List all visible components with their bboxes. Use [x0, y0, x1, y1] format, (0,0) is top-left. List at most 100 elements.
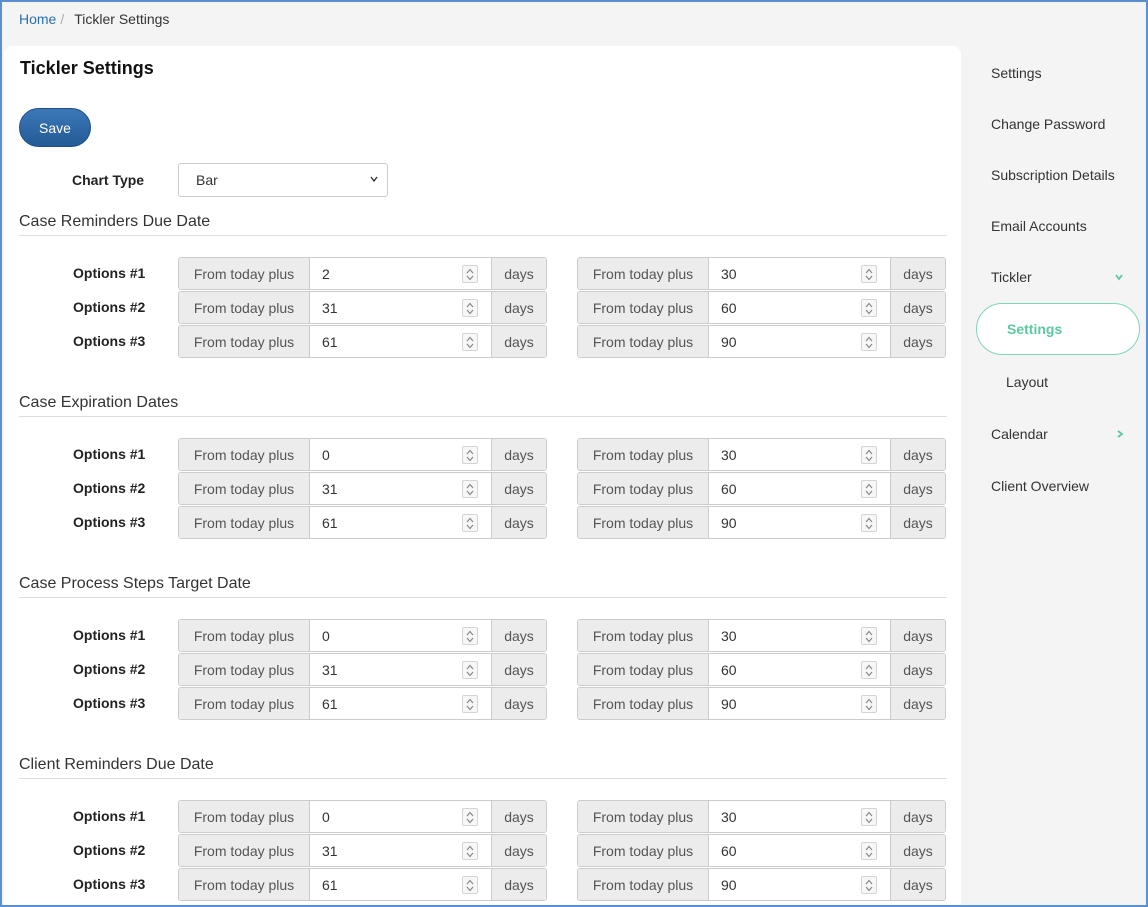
sidebar-item-calendar[interactable]: Calendar — [991, 426, 1048, 442]
to-days-input[interactable]: 90 — [709, 688, 890, 719]
sidebar-item-tickler-settings[interactable]: Settings — [976, 303, 1140, 355]
number-spinner[interactable] — [462, 627, 478, 645]
number-spinner[interactable] — [861, 627, 877, 645]
spin-up-icon — [865, 698, 873, 704]
number-spinner[interactable] — [861, 265, 877, 283]
sidebar-item-subscription-details[interactable]: Subscription Details — [991, 167, 1115, 183]
input-value: 60 — [721, 661, 737, 678]
from-days-input[interactable]: 31 — [310, 835, 491, 866]
sidebar-item-change-password[interactable]: Change Password — [991, 116, 1105, 132]
to-days-input[interactable]: 90 — [709, 507, 890, 538]
to-days-input[interactable]: 60 — [709, 835, 890, 866]
option-row: Options #1 From today plus 0 days From today… — [19, 438, 947, 471]
number-spinner[interactable] — [462, 333, 478, 351]
number-spinner[interactable] — [861, 333, 877, 351]
sidebar-item-client-overview[interactable]: Client Overview — [991, 478, 1089, 494]
days-label: days — [890, 326, 945, 357]
section-title: Case Process Steps Target Date — [19, 575, 947, 598]
option-label: Options #2 — [73, 661, 146, 677]
number-spinner[interactable] — [462, 299, 478, 317]
from-days-input[interactable]: 0 — [310, 620, 491, 651]
chart-type-label: Chart Type — [72, 172, 145, 188]
to-days-input[interactable]: 90 — [709, 326, 890, 357]
chart-type-select[interactable]: Bar — [178, 163, 388, 197]
from-days-input[interactable]: 61 — [310, 507, 491, 538]
number-spinner[interactable] — [462, 514, 478, 532]
from-days-input[interactable]: 61 — [310, 869, 491, 900]
number-spinner[interactable] — [861, 480, 877, 498]
to-days-input[interactable]: 30 — [709, 801, 890, 832]
from-today-plus-label: From today plus — [578, 835, 709, 866]
option-row: Options #3 From today plus 61 days From toda… — [19, 868, 947, 901]
from-today-plus-label: From today plus — [578, 473, 709, 504]
number-spinner[interactable] — [462, 808, 478, 826]
spin-up-icon — [865, 302, 873, 308]
to-days-input[interactable]: 30 — [709, 620, 890, 651]
to-days-input[interactable]: 60 — [709, 654, 890, 685]
to-days-input-group: From today plus 90 days — [577, 506, 946, 539]
to-days-input-group: From today plus 90 days — [577, 325, 946, 358]
number-spinner[interactable] — [462, 265, 478, 283]
number-spinner[interactable] — [861, 299, 877, 317]
from-days-input[interactable]: 31 — [310, 473, 491, 504]
input-value: 31 — [322, 661, 338, 678]
from-days-input[interactable]: 61 — [310, 688, 491, 719]
number-spinner[interactable] — [861, 842, 877, 860]
number-spinner[interactable] — [861, 876, 877, 894]
sidebar: Settings Change Password Subscription De… — [961, 46, 1146, 907]
spin-down-icon — [865, 343, 873, 349]
breadcrumb-home-link[interactable]: Home — [19, 11, 56, 27]
spin-down-icon — [865, 309, 873, 315]
spin-up-icon — [466, 268, 474, 274]
input-value: 60 — [721, 842, 737, 859]
from-days-input[interactable]: 61 — [310, 326, 491, 357]
page-title: Tickler Settings — [20, 58, 154, 78]
section-title: Case Reminders Due Date — [19, 213, 947, 236]
number-spinner[interactable] — [861, 661, 877, 679]
sidebar-item-email-accounts[interactable]: Email Accounts — [991, 218, 1087, 234]
from-days-input[interactable]: 31 — [310, 292, 491, 323]
number-spinner[interactable] — [462, 661, 478, 679]
days-label: days — [491, 473, 546, 504]
spin-down-icon — [865, 490, 873, 496]
to-days-input[interactable]: 30 — [709, 439, 890, 470]
from-days-input[interactable]: 31 — [310, 654, 491, 685]
number-spinner[interactable] — [861, 695, 877, 713]
number-spinner[interactable] — [462, 876, 478, 894]
number-spinner[interactable] — [861, 446, 877, 464]
to-days-input[interactable]: 30 — [709, 258, 890, 289]
spin-up-icon — [865, 630, 873, 636]
from-today-plus-label: From today plus — [578, 869, 709, 900]
spin-up-icon — [466, 302, 474, 308]
to-days-input[interactable]: 60 — [709, 473, 890, 504]
input-value: 30 — [721, 808, 737, 825]
from-days-input[interactable]: 0 — [310, 801, 491, 832]
days-label: days — [890, 688, 945, 719]
to-days-input[interactable]: 60 — [709, 292, 890, 323]
save-button[interactable]: Save — [19, 108, 91, 147]
from-days-input[interactable]: 2 — [310, 258, 491, 289]
number-spinner[interactable] — [462, 480, 478, 498]
chart-type-value: Bar — [196, 172, 218, 188]
number-spinner[interactable] — [861, 514, 877, 532]
spin-down-icon — [865, 671, 873, 677]
sidebar-item-tickler[interactable]: Tickler — [991, 269, 1032, 285]
from-today-plus-label: From today plus — [179, 869, 310, 900]
breadcrumb-separator: / — [60, 11, 65, 27]
sidebar-item-settings[interactable]: Settings — [991, 65, 1042, 81]
days-label: days — [890, 869, 945, 900]
days-label: days — [491, 801, 546, 832]
from-today-plus-label: From today plus — [578, 439, 709, 470]
number-spinner[interactable] — [462, 842, 478, 860]
from-days-input[interactable]: 0 — [310, 439, 491, 470]
from-today-plus-label: From today plus — [578, 326, 709, 357]
sidebar-item-tickler-layout[interactable]: Layout — [1006, 374, 1048, 390]
input-value: 2 — [322, 265, 330, 282]
from-today-plus-label: From today plus — [179, 439, 310, 470]
to-days-input[interactable]: 90 — [709, 869, 890, 900]
from-days-input-group: From today plus 0 days — [178, 438, 547, 471]
days-label: days — [890, 801, 945, 832]
number-spinner[interactable] — [462, 695, 478, 713]
number-spinner[interactable] — [462, 446, 478, 464]
number-spinner[interactable] — [861, 808, 877, 826]
